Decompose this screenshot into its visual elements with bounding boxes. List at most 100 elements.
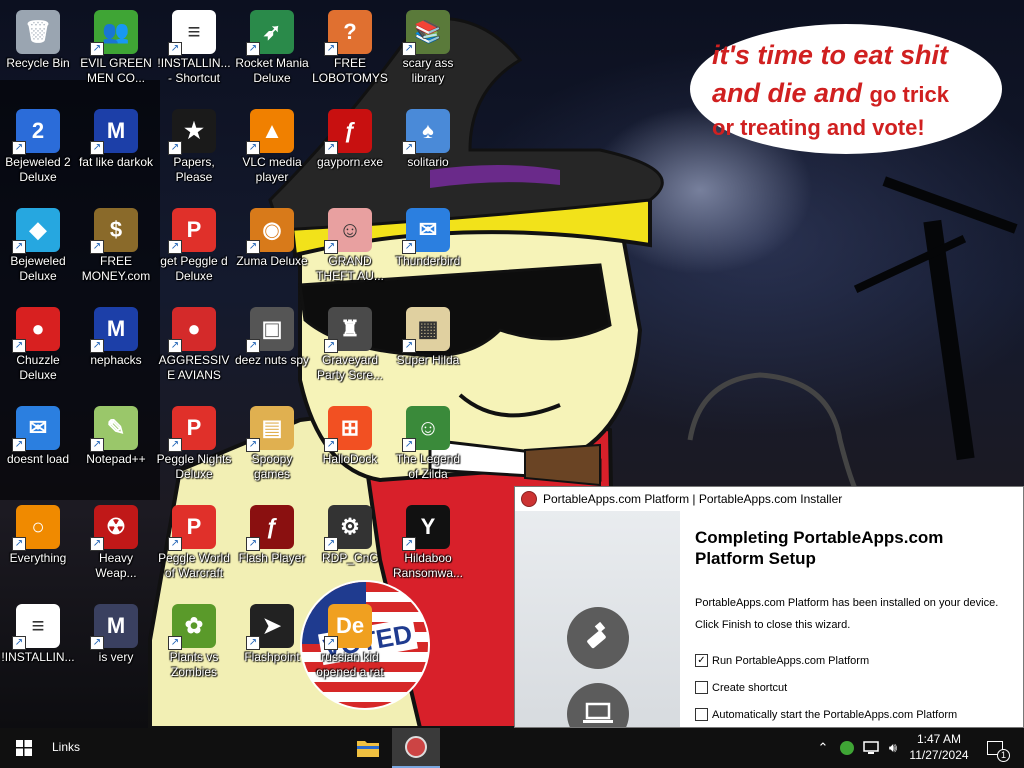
shortcut-arrow-icon: ↗ [246, 339, 260, 353]
shortcut-arrow-icon: ↗ [168, 141, 182, 155]
desktop-icon[interactable]: ● ↗ Chuzzle Deluxe [0, 301, 76, 383]
shortcut-arrow-icon: ↗ [90, 339, 104, 353]
create-shortcut-checkbox[interactable]: Create shortcut [695, 681, 1005, 694]
desktop-icon[interactable]: Y ↗ Hildaboo Ransomwa... [390, 499, 466, 581]
desktop-icon[interactable]: 2 ↗ Bejeweled 2 Deluxe [0, 103, 76, 185]
desktop-icon[interactable]: ● ↗ AGGRESSIVE AVIANS [156, 301, 232, 383]
shortcut-arrow-icon: ↗ [90, 141, 104, 155]
desktop-icon[interactable]: ⊞ ↗ HalloDock [312, 400, 388, 467]
desktop-icon[interactable]: ▤ ↗ Spoopy games [234, 400, 310, 482]
bejeweled2-icon: 2 ↗ [12, 109, 60, 155]
desktop-icon[interactable]: ◆ ↗ Bejeweled Deluxe [0, 202, 76, 284]
desktop-icon[interactable]: ✉ ↗ doesnt load [0, 400, 76, 467]
desktop-icon[interactable]: ≡ ↗ !INSTALLIN... [0, 598, 76, 665]
start-button[interactable] [0, 728, 48, 768]
zuma-icon: ◉ ↗ [246, 208, 294, 254]
shortcut-arrow-icon: ↗ [402, 42, 416, 56]
network-icon[interactable] [860, 728, 882, 768]
create-shortcut-checkbox-label[interactable]: Create shortcut [712, 682, 787, 694]
desktop-icon-label: Notepad++ [86, 452, 146, 466]
portableapps-installer-taskbar-button[interactable] [392, 728, 440, 768]
autostart-checkbox[interactable]: Automatically start the PortableApps.com… [695, 708, 1005, 721]
clock[interactable]: 1:47 AM 11/27/2024 [904, 731, 974, 763]
desktop-icon[interactable]: De ↗ russian kid opened a rat [312, 598, 388, 680]
speech-bubble: it's time to eat shit and die and go tri… [690, 24, 1002, 154]
desktop-icon-label: !INSTALLIN... - Shortcut [157, 56, 231, 85]
shortcut-arrow-icon: ↗ [246, 141, 260, 155]
desktop-icon-label: get Peggle d Deluxe [160, 254, 228, 283]
desktop-icon[interactable]: ▲ ↗ VLC media player [234, 103, 310, 185]
desktop-icon[interactable]: ✿ ↗ Plants vs Zombies [156, 598, 232, 680]
desktop-icon[interactable]: $ ↗ FREE MONEY.com [78, 202, 154, 284]
desktop-icon[interactable]: M ↗ is very [78, 598, 154, 665]
desktop-icon[interactable]: ☺ ↗ GRAND THEFT AU... [312, 202, 388, 284]
msn-messenger-icon: 👥 ↗ [90, 10, 138, 56]
installer-content: Completing PortableApps.com Platform Set… [695, 523, 1005, 727]
desktop-icon[interactable]: ♜ ↗ Graveyard Party Scre... [312, 301, 388, 383]
desktop-icon[interactable]: P ↗ Peggle Nights Deluxe [156, 400, 232, 482]
file-explorer-taskbar-button[interactable] [344, 728, 392, 768]
shortcut-arrow-icon: ↗ [324, 438, 338, 452]
anime-girl-icon: ☺ ↗ [324, 208, 372, 254]
peggle-icon: P ↗ [168, 505, 216, 551]
desktop-icon-label: Chuzzle Deluxe [16, 353, 60, 382]
desktop-icon[interactable]: ƒ ↗ Flash Player [234, 499, 310, 566]
desktop-icon[interactable]: ≡ ↗ !INSTALLIN... - Shortcut [156, 4, 232, 86]
links-toolbar[interactable]: Links [52, 740, 80, 754]
desktop-icon[interactable]: ☺ ↗ The Legend of Zilda [390, 400, 466, 482]
action-center-button[interactable]: 1 [980, 728, 1010, 768]
shortcut-arrow-icon: ↗ [12, 141, 26, 155]
brain-icon: ? ↗ [324, 10, 372, 56]
desktop-icon[interactable]: 👥 ↗ EVIL GREEN MEN CO... [78, 4, 154, 86]
desktop-icon[interactable]: ♠ ↗ solitario [390, 103, 466, 170]
desktop-icon[interactable]: 📚 ↗ scary ass library [390, 4, 466, 86]
desktop-icon[interactable]: ☢ ↗ Heavy Weap... [78, 499, 154, 581]
desktop-icon-label: Flashpoint [244, 650, 300, 664]
installer-titlebar[interactable]: PortableApps.com Platform | PortableApps… [515, 487, 1023, 511]
desktop-icon[interactable]: ◉ ↗ Zuma Deluxe [234, 202, 310, 269]
run-platform-checkbox-label[interactable]: Run PortableApps.com Platform [712, 655, 869, 667]
document-icon: ≡ ↗ [12, 604, 60, 650]
desktop-icon[interactable]: ? ↗ FREE LOBOTOMYS [312, 4, 388, 86]
shortcut-arrow-icon: ↗ [402, 339, 416, 353]
desktop-icon-label: solitario [407, 155, 449, 169]
desktop-icon[interactable]: ▦ ↗ Super Hilda [390, 301, 466, 368]
shortcut-arrow-icon: ↗ [246, 537, 260, 551]
tray-app-icon[interactable] [836, 728, 858, 768]
folder-icon: ▤ ↗ [246, 406, 294, 452]
desktop-icon[interactable]: M ↗ fat like darkok [78, 103, 154, 170]
autostart-checkbox-label[interactable]: Automatically start the PortableApps.com… [712, 709, 957, 721]
desktop-icon[interactable]: P ↗ Peggle World of Warcraft [156, 499, 232, 581]
show-hidden-icons-button[interactable]: ⌃ [814, 728, 832, 768]
volume-icon[interactable]: 🔊︎ [882, 728, 904, 768]
desktop-icon[interactable]: ★ ↗ Papers, Please [156, 103, 232, 185]
desktop-icon[interactable]: ⚙ ↗ RDP_CnC [312, 499, 388, 566]
clock-date: 11/27/2024 [909, 748, 969, 762]
desktop-icon[interactable]: ✎ ↗ Notepad++ [78, 400, 154, 467]
notepad-plus-plus-icon: ✎ ↗ [90, 406, 138, 452]
create-shortcut-checkbox-box[interactable] [695, 681, 708, 694]
mpi-icon: M ↗ [90, 109, 138, 155]
shortcut-arrow-icon: ↗ [12, 636, 26, 650]
desktop-icon-label: is very [98, 650, 134, 664]
shortcut-arrow-icon: ↗ [168, 240, 182, 254]
desktop-icon[interactable]: ○ ↗ Everything [0, 499, 76, 566]
desktop-icon[interactable]: ▣ ↗ deez nuts spy [234, 301, 310, 368]
autostart-checkbox-box[interactable] [695, 708, 708, 721]
desktop-icon[interactable]: P ↗ get Peggle d Deluxe [156, 202, 232, 284]
desktop-icon-label: Heavy Weap... [95, 551, 137, 580]
desktop-icon-label: fat like darkok [78, 155, 154, 169]
desktop-icon[interactable]: ✉ ↗ Thunderbird [390, 202, 466, 269]
run-platform-checkbox-box[interactable]: ✓ [695, 654, 708, 667]
run-platform-checkbox[interactable]: ✓ Run PortableApps.com Platform [695, 654, 1005, 667]
speech-line-2: and die and go trick [712, 74, 984, 114]
shortcut-arrow-icon: ↗ [168, 537, 182, 551]
desktop-icon[interactable]: M ↗ nephacks [78, 301, 154, 368]
desktop-icon[interactable]: 🗑 Recycle Bin [0, 4, 76, 71]
installer-window[interactable]: PortableApps.com Platform | PortableApps… [514, 486, 1024, 728]
desktop-icon[interactable]: ƒ ↗ gayporn.exe [312, 103, 388, 170]
folder-icon [357, 741, 379, 757]
desktop-icon[interactable]: ➤ ↗ Flashpoint [234, 598, 310, 665]
desktop-icon[interactable]: ➶ ↗ Rocket Mania Deluxe [234, 4, 310, 86]
vlc-icon: ▲ ↗ [246, 109, 294, 155]
